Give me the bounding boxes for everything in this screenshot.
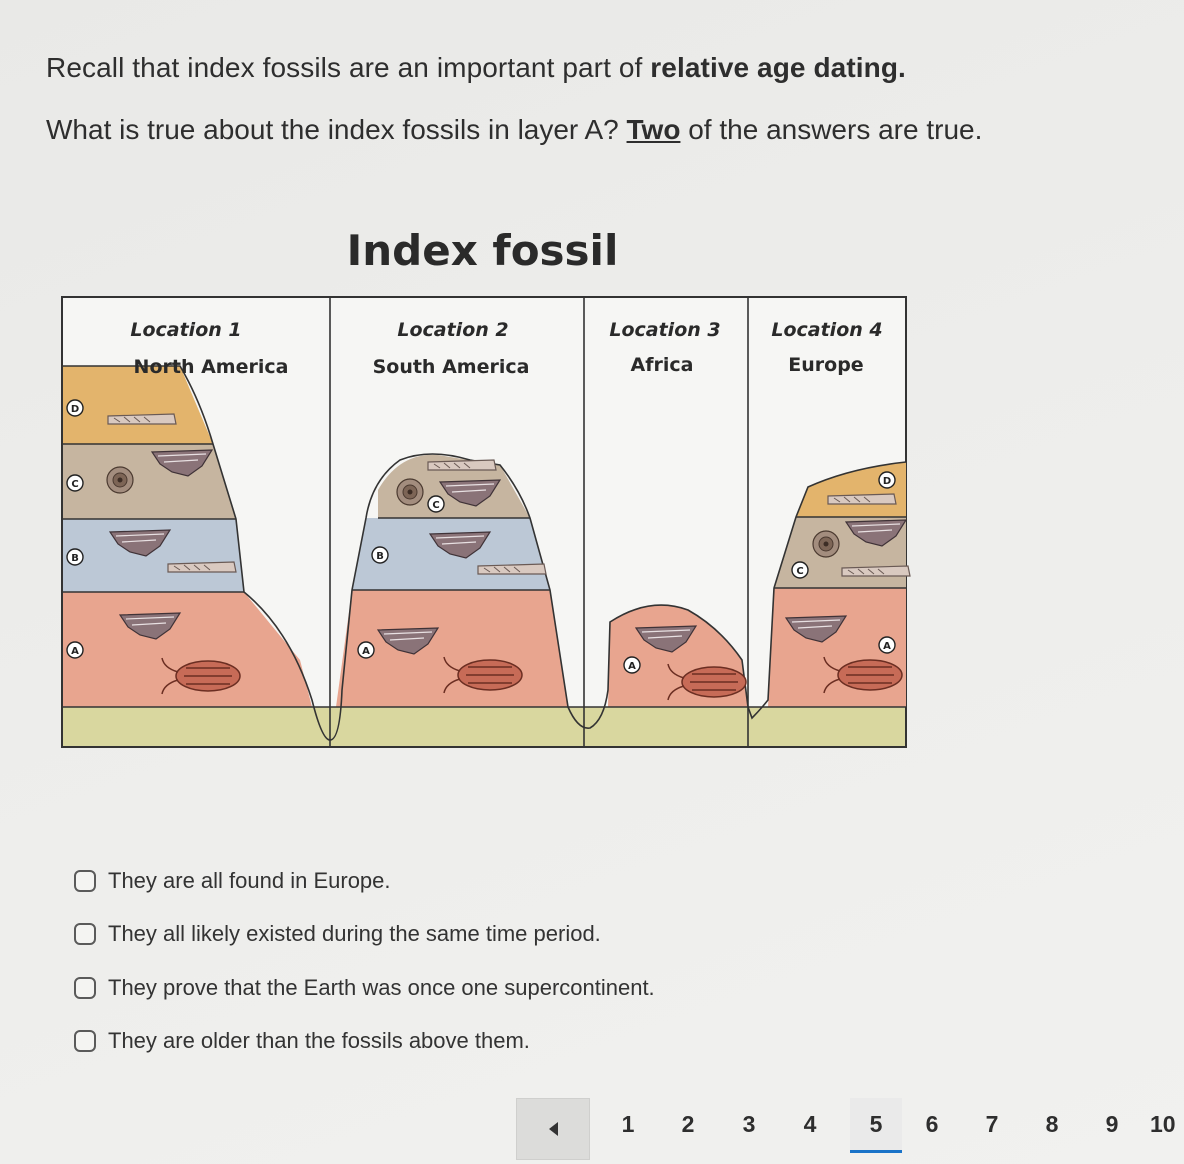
location-4-label: Location 4 [771,319,882,341]
layer-marker-a: A [66,641,84,659]
answer-option-text: They all likely existed during the same … [108,921,601,946]
layer-marker-b: B [371,546,389,564]
page-9-button[interactable]: 9 [1092,1111,1132,1138]
base-layer [63,707,905,746]
svg-text:A: A [628,661,636,672]
location-1-layer-c [63,444,236,519]
layer-marker-a: A [623,656,641,674]
previous-page-button[interactable] [516,1098,590,1160]
answer-option-text: They prove that the Earth was once one s… [108,975,655,1000]
answer-option-2[interactable]: They all likely existed during the same … [74,917,601,951]
location-2-region: South America [373,356,530,378]
location-3-label: Location 3 [609,319,720,341]
layer-marker-d: D [66,399,84,417]
answer-option-4[interactable]: They are older than the fossils above th… [74,1024,530,1058]
location-1-label: Location 1 [130,319,241,341]
layer-marker-c: C [66,474,84,492]
svg-text:A: A [883,641,891,652]
page-2-button[interactable]: 2 [668,1111,708,1138]
svg-text:C: C [71,479,78,490]
svg-text:D: D [71,404,79,415]
page-3-button[interactable]: 3 [729,1111,769,1138]
page-6-button[interactable]: 6 [912,1111,952,1138]
answer-option-3[interactable]: They prove that the Earth was once one s… [74,971,655,1005]
page-7-button[interactable]: 7 [972,1111,1012,1138]
chevron-left-icon [548,1122,558,1136]
radio-button[interactable] [74,1030,96,1052]
layer-marker-c: C [427,495,445,513]
radio-button[interactable] [74,923,96,945]
layer-marker-a: A [357,641,375,659]
layer-marker-b: B [66,548,84,566]
location-4-region: Europe [788,354,863,376]
svg-text:C: C [796,566,803,577]
radio-button[interactable] [74,977,96,999]
svg-text:C: C [432,500,439,511]
page-1-button[interactable]: 1 [608,1111,648,1138]
svg-text:A: A [362,646,370,657]
location-2-label: Location 2 [397,319,508,341]
layer-marker-d: D [878,471,896,489]
answer-option-1[interactable]: They are all found in Europe. [74,864,391,898]
svg-text:B: B [376,551,384,562]
page-4-button[interactable]: 4 [790,1111,830,1138]
location-1-region: North America [134,356,289,378]
svg-text:D: D [883,476,891,487]
svg-text:B: B [71,553,79,564]
page-8-button[interactable]: 8 [1032,1111,1072,1138]
layer-marker-c: C [791,561,809,579]
radio-button[interactable] [74,870,96,892]
answer-option-text: They are older than the fossils above th… [108,1028,530,1053]
location-3-region: Africa [631,354,694,376]
layer-marker-a: A [878,636,896,654]
page-5-button-current[interactable]: 5 [850,1098,902,1153]
page-10-button[interactable]: 10 [1150,1111,1184,1138]
answer-option-text: They are all found in Europe. [108,868,391,893]
svg-text:A: A [71,646,79,657]
